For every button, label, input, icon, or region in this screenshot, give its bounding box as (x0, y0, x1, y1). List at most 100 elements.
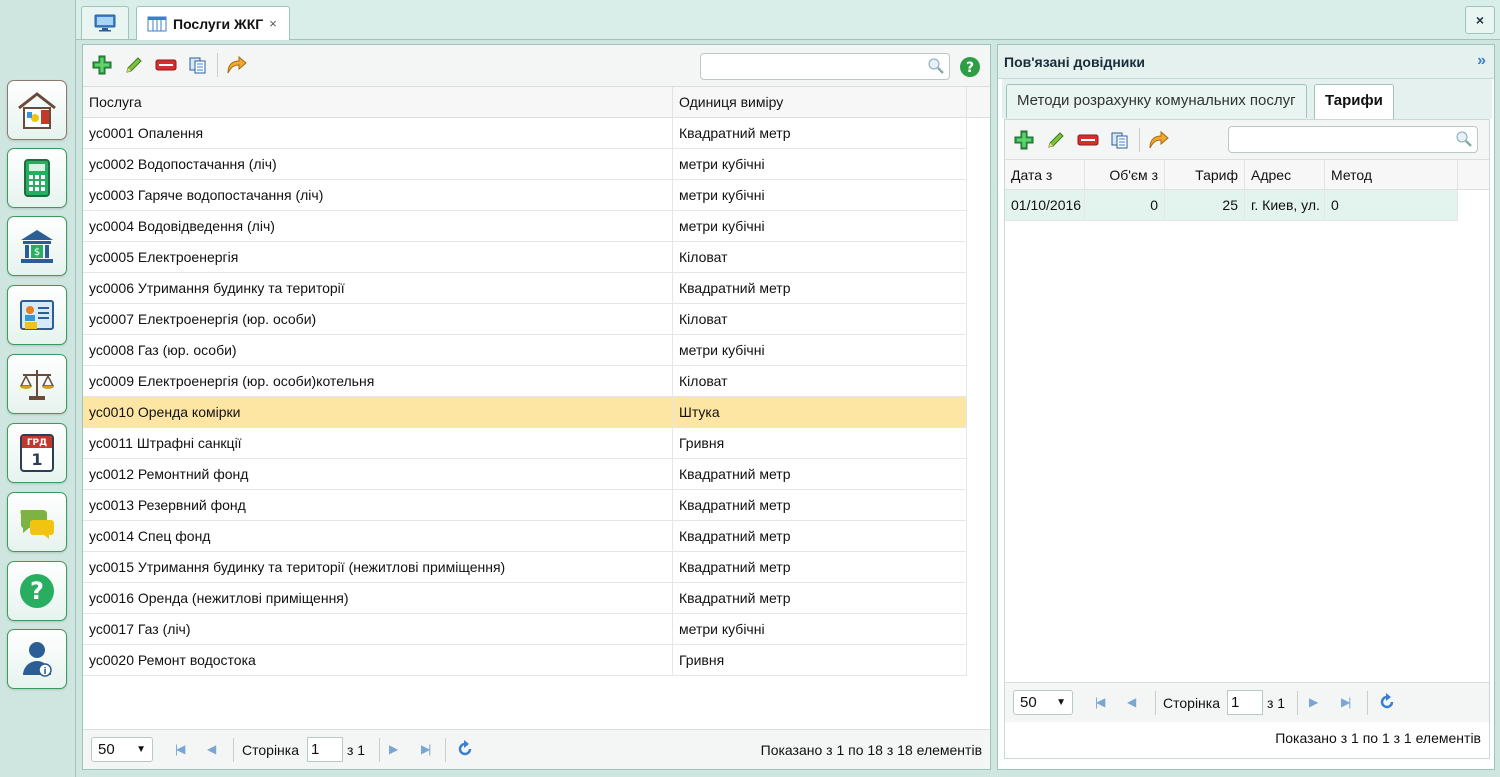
copy-icon[interactable] (187, 54, 209, 76)
refresh-icon[interactable] (457, 740, 473, 761)
column-header-method[interactable]: Метод (1325, 160, 1458, 190)
refresh-icon[interactable] (1379, 693, 1395, 714)
service-name-cell: ус0014 Спец фонд (83, 521, 673, 552)
calendar-icon[interactable]: ГРД 1 (7, 423, 67, 483)
tariff-value: 25 (1165, 190, 1245, 221)
tab-bar: Послуги ЖКГ × × (76, 0, 1500, 40)
tab-services[interactable]: Послуги ЖКГ × (136, 6, 290, 40)
table-row[interactable]: ус0015 Утримання будинку та території (н… (83, 552, 967, 583)
table-row[interactable]: ус0005 Електроенергія Кіловат (83, 242, 967, 273)
table-row[interactable]: ус0002 Водопостачання (ліч) метри кубічні (83, 149, 967, 180)
column-header-tariff[interactable]: Тариф (1165, 160, 1245, 190)
next-page-icon[interactable]: ▶ (1309, 695, 1318, 709)
tab-tariffs[interactable]: Тарифи (1314, 84, 1394, 119)
table-row[interactable]: ус0016 Оренда (нежитлові приміщення) Квад… (83, 583, 967, 614)
redirect-icon[interactable] (1147, 129, 1169, 151)
table-row[interactable]: ус0020 Ремонт водостока Гривня (83, 645, 967, 676)
bank-icon[interactable]: $ (7, 216, 67, 276)
table-row[interactable]: ус0001 Опалення Квадратний метр (83, 118, 967, 149)
page-label: Сторінка (242, 742, 299, 758)
tab-close-icon[interactable]: × (269, 16, 277, 31)
search-icon[interactable] (927, 57, 945, 75)
collapse-icon[interactable]: » (1477, 52, 1486, 70)
scales-icon[interactable] (7, 354, 67, 414)
page-size-select[interactable]: 50 ▼ (1013, 690, 1073, 715)
user-info-icon[interactable]: i (7, 629, 67, 689)
service-name-cell: ус0006 Утримання будинку та території (83, 273, 673, 304)
help-icon[interactable]: ? (959, 56, 981, 78)
column-header-date[interactable]: Дата з (1005, 160, 1085, 190)
table-row[interactable]: ус0010 Оренда комірки Штука (83, 397, 967, 428)
service-name-cell: ус0013 Резервний фонд (83, 490, 673, 521)
service-unit-cell: Квадратний метр (673, 490, 967, 521)
table-row[interactable]: ус0017 Газ (ліч) метри кубічні (83, 614, 967, 645)
service-unit-cell: Квадратний метр (673, 118, 967, 149)
close-all-button[interactable]: × (1465, 6, 1495, 34)
first-page-icon[interactable]: |◀ (1095, 695, 1105, 709)
page-of-label: з 1 (347, 742, 366, 758)
table-row[interactable]: ус0006 Утримання будинку та території Ква… (83, 273, 967, 304)
services-panel: ? Послуга Одиниця виміру ус0001 Опалення… (82, 44, 991, 770)
services-tab-icon (147, 16, 167, 31)
service-unit-cell: Кіловат (673, 366, 967, 397)
copy-icon[interactable] (1109, 129, 1131, 151)
tab-desktop[interactable] (81, 6, 129, 39)
last-page-icon[interactable]: ▶| (421, 742, 431, 756)
id-card-icon[interactable] (7, 285, 67, 345)
services-search[interactable] (700, 53, 950, 80)
tariff-row[interactable]: 01/10/2016 0 25 г. Киев, ул. 0 (1005, 190, 1458, 221)
service-name-cell: ус0007 Електроенергія (юр. особи) (83, 304, 673, 335)
chat-icon[interactable] (7, 492, 67, 552)
prev-page-icon[interactable]: ◀ (207, 742, 216, 756)
table-row[interactable]: ус0009 Електроенергія (юр. особи)котельн… (83, 366, 967, 397)
table-row[interactable]: ус0012 Ремонтний фонд Квадратний метр (83, 459, 967, 490)
monitor-icon (94, 14, 116, 32)
search-icon[interactable] (1455, 130, 1473, 148)
column-header-volume[interactable]: Об'єм з (1085, 160, 1165, 190)
table-row[interactable]: ус0014 Спец фонд Квадратний метр (83, 521, 967, 552)
add-icon[interactable] (1013, 129, 1035, 151)
utilities-icon[interactable] (7, 80, 67, 140)
delete-icon[interactable] (1077, 129, 1099, 151)
tariffs-toolbar (1005, 120, 1489, 160)
pager-separator (1367, 691, 1368, 715)
table-row[interactable]: ус0003 Гаряче водопостачання (ліч) метри … (83, 180, 967, 211)
table-row[interactable]: ус0004 Водовідведення (ліч) метри кубічні (83, 211, 967, 242)
pager-separator (445, 738, 446, 762)
column-header-service[interactable]: Послуга (83, 87, 673, 118)
tab-services-label: Послуги ЖКГ (173, 15, 264, 32)
service-unit-cell: Квадратний метр (673, 459, 967, 490)
redirect-icon[interactable] (225, 54, 247, 76)
first-page-icon[interactable]: |◀ (175, 742, 185, 756)
last-page-icon[interactable]: ▶| (1341, 695, 1351, 709)
service-name-cell: ус0009 Електроенергія (юр. особи)котельн… (83, 366, 673, 397)
pager-separator (379, 738, 380, 762)
delete-icon[interactable] (155, 54, 177, 76)
page-number-input[interactable]: 1 (1227, 690, 1263, 715)
calculator-icon[interactable] (7, 148, 67, 208)
prev-page-icon[interactable]: ◀ (1127, 695, 1136, 709)
tariffs-panel: Дата з Об'єм з Тариф Адрес Метод 01/10/2… (1004, 119, 1490, 759)
table-row[interactable]: ус0008 Газ (юр. особи) метри кубічні (83, 335, 967, 366)
edit-icon[interactable] (123, 54, 145, 76)
column-header-unit[interactable]: Одиниця виміру (673, 87, 967, 118)
column-header-address[interactable]: Адрес (1245, 160, 1325, 190)
help-sidebar-icon[interactable]: ? (7, 561, 67, 621)
service-unit-cell: метри кубічні (673, 149, 967, 180)
services-search-input[interactable] (705, 54, 915, 78)
next-page-icon[interactable]: ▶ (389, 742, 398, 756)
page-number-input[interactable]: 1 (307, 737, 343, 762)
table-row[interactable]: ус0011 Штрафні санкції Гривня (83, 428, 967, 459)
service-name-cell: ус0005 Електроенергія (83, 242, 673, 273)
service-name-cell: ус0016 Оренда (нежитлові приміщення) (83, 583, 673, 614)
table-row[interactable]: ус0013 Резервний фонд Квадратний метр (83, 490, 967, 521)
add-icon[interactable] (91, 54, 113, 76)
page-size-select[interactable]: 50 ▼ (91, 737, 153, 762)
tariffs-pager: 50 ▼ |◀ ◀ Сторінка 1 з 1 ▶ ▶| (1005, 682, 1489, 722)
edit-icon[interactable] (1045, 129, 1067, 151)
table-row[interactable]: ус0007 Електроенергія (юр. особи) Кіловат (83, 304, 967, 335)
service-unit-cell: Квадратний метр (673, 273, 967, 304)
tab-calculation-methods[interactable]: Методи розрахунку комунальних послуг (1006, 84, 1307, 118)
service-name-cell: ус0004 Водовідведення (ліч) (83, 211, 673, 242)
tariffs-search[interactable] (1228, 126, 1478, 153)
